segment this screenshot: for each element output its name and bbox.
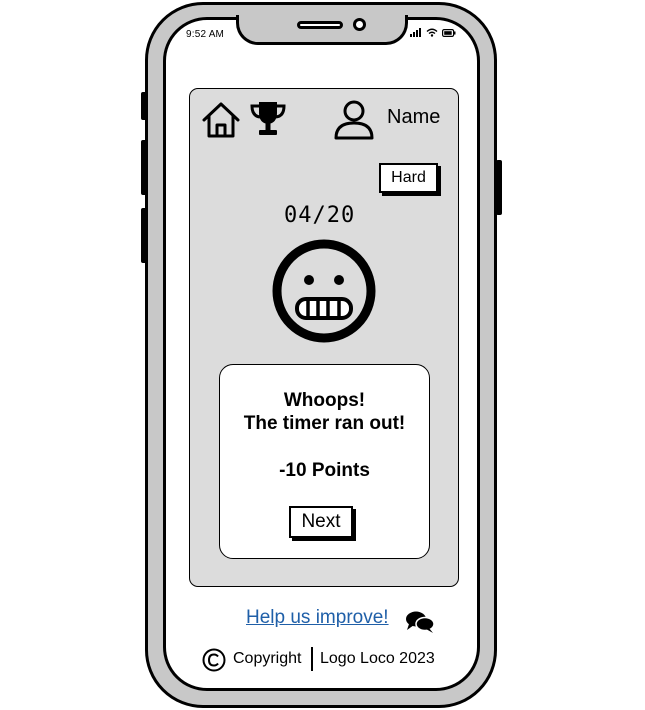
difficulty-button[interactable]: Hard — [379, 163, 438, 193]
phone-side-button — [496, 160, 502, 215]
chat-bubbles-icon[interactable] — [405, 610, 435, 634]
phone-notch — [236, 15, 408, 45]
copyright-text: Copyright — [233, 650, 302, 667]
signal-icon — [410, 28, 421, 37]
question-counter: 04/20 — [284, 203, 356, 228]
copyright-icon — [202, 648, 226, 672]
footer-divider — [311, 647, 313, 671]
phone-side-button — [141, 92, 147, 120]
phone-side-button — [141, 208, 147, 263]
result-title: Whoops! — [283, 390, 366, 411]
phone-side-button — [141, 140, 147, 195]
result-message: The timer ran out! — [243, 413, 406, 434]
result-points: -10 Points — [279, 460, 370, 481]
phone-speaker — [297, 21, 343, 29]
user-name[interactable]: Name — [387, 106, 440, 129]
status-time: 9:52 AM — [186, 29, 225, 40]
user-icon[interactable] — [333, 99, 375, 141]
trophy-icon[interactable] — [248, 100, 288, 138]
home-icon[interactable] — [201, 100, 241, 140]
phone-camera — [353, 18, 366, 31]
status-icons — [410, 28, 456, 37]
grimace-face-icon — [272, 239, 376, 343]
brand-text: Logo Loco 2023 — [320, 650, 435, 667]
wifi-icon — [426, 28, 438, 37]
feedback-link[interactable]: Help us improve! — [246, 607, 389, 629]
battery-icon — [442, 28, 456, 37]
next-button[interactable]: Next — [289, 506, 353, 538]
